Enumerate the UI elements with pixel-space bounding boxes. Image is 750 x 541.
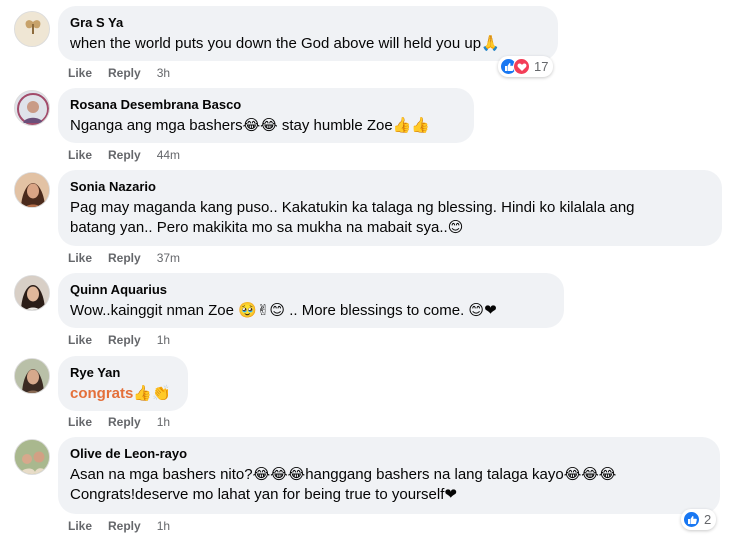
avatar[interactable] (14, 11, 50, 47)
comment-text: Nganga ang mga bashers😂😂 stay humble Zoe… (70, 117, 431, 134)
comment-timestamp[interactable]: 3h (157, 66, 170, 80)
reply-button[interactable]: Reply (108, 415, 141, 429)
avatar[interactable] (14, 275, 50, 311)
reply-button[interactable]: Reply (108, 251, 141, 265)
reply-button[interactable]: Reply (108, 66, 141, 80)
like-button[interactable]: Like (68, 415, 92, 429)
reaction-summary[interactable]: 17 (498, 56, 554, 77)
comment-actions: Like Reply 44m (68, 148, 180, 162)
reaction-summary[interactable]: 2 (681, 509, 717, 530)
like-button[interactable]: Like (68, 519, 92, 533)
comment-text-line: Asan na mga bashers nito?😂😂😂hanggang bas… (70, 466, 617, 483)
avatar[interactable] (14, 172, 50, 208)
comment-actions: Like Reply 1h (68, 333, 170, 347)
comment-author[interactable]: Sonia Nazario (70, 178, 710, 195)
like-button[interactable]: Like (68, 148, 92, 162)
comment-actions: Like Reply 1h (68, 519, 170, 533)
comment-actions: Like Reply 1h (68, 415, 170, 429)
comment-bubble: Quinn Aquarius Wow..kainggit nman Zoe 🥹✌… (58, 273, 564, 328)
comment-timestamp[interactable]: 1h (157, 333, 170, 347)
reaction-count: 2 (704, 512, 712, 527)
like-button[interactable]: Like (68, 333, 92, 347)
comment-bubble: Rye Yan congrats👍👏 (58, 356, 188, 411)
comment-text-line: Pag may maganda kang puso.. Kakatukin ka… (70, 199, 635, 216)
avatar[interactable] (14, 439, 50, 475)
love-icon (513, 58, 530, 75)
like-icon (683, 511, 700, 528)
comment-author[interactable]: Olive de Leon-rayo (70, 445, 708, 462)
like-button[interactable]: Like (68, 66, 92, 80)
avatar[interactable] (14, 90, 50, 126)
comment-timestamp[interactable]: 44m (157, 148, 180, 162)
comment-text-line: batang yan.. Pero makikita mo sa mukha n… (70, 219, 464, 236)
comment-actions: Like Reply 3h (68, 66, 170, 80)
like-button[interactable]: Like (68, 251, 92, 265)
comment-text: Wow..kainggit nman Zoe 🥹✌😊 .. More bless… (70, 302, 497, 319)
comment-bubble: Gra S Ya when the world puts you down th… (58, 6, 558, 61)
comment-text-line: Congrats!deserve mo lahat yan for being … (70, 486, 457, 503)
avatar[interactable] (14, 358, 50, 394)
reply-button[interactable]: Reply (108, 333, 141, 347)
comment-bubble: Sonia Nazario Pag may maganda kang puso.… (58, 170, 722, 246)
comment-text: congrats👍👏 (70, 385, 171, 402)
reply-button[interactable]: Reply (108, 519, 141, 533)
comment-author[interactable]: Gra S Ya (70, 14, 546, 31)
comment-timestamp[interactable]: 1h (157, 415, 170, 429)
comment-timestamp[interactable]: 1h (157, 519, 170, 533)
comment-timestamp[interactable]: 37m (157, 251, 180, 265)
comment-bubble: Rosana Desembrana Basco Nganga ang mga b… (58, 88, 474, 143)
comment-bubble: Olive de Leon-rayo Asan na mga bashers n… (58, 437, 720, 514)
comment-author[interactable]: Rosana Desembrana Basco (70, 96, 462, 113)
reply-button[interactable]: Reply (108, 148, 141, 162)
comment-actions: Like Reply 37m (68, 251, 180, 265)
comment-author[interactable]: Quinn Aquarius (70, 281, 552, 298)
reaction-count: 17 (534, 59, 549, 74)
comment-text: when the world puts you down the God abo… (70, 35, 500, 52)
comment-author[interactable]: Rye Yan (70, 364, 176, 381)
